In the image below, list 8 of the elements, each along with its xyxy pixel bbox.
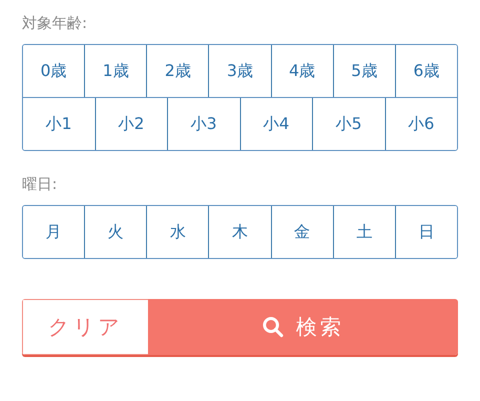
age-toggle[interactable]: 6歳 [394, 45, 457, 97]
age-toggle[interactable]: 小6 [384, 98, 457, 150]
weekday-toggle[interactable]: 日 [394, 206, 457, 258]
search-button[interactable]: 検索 [148, 299, 458, 355]
weekday-label: 曜日: [22, 174, 58, 195]
clear-button[interactable]: クリア [22, 299, 148, 355]
age-label: 対象年齢: [22, 13, 88, 34]
search-icon [262, 316, 284, 338]
